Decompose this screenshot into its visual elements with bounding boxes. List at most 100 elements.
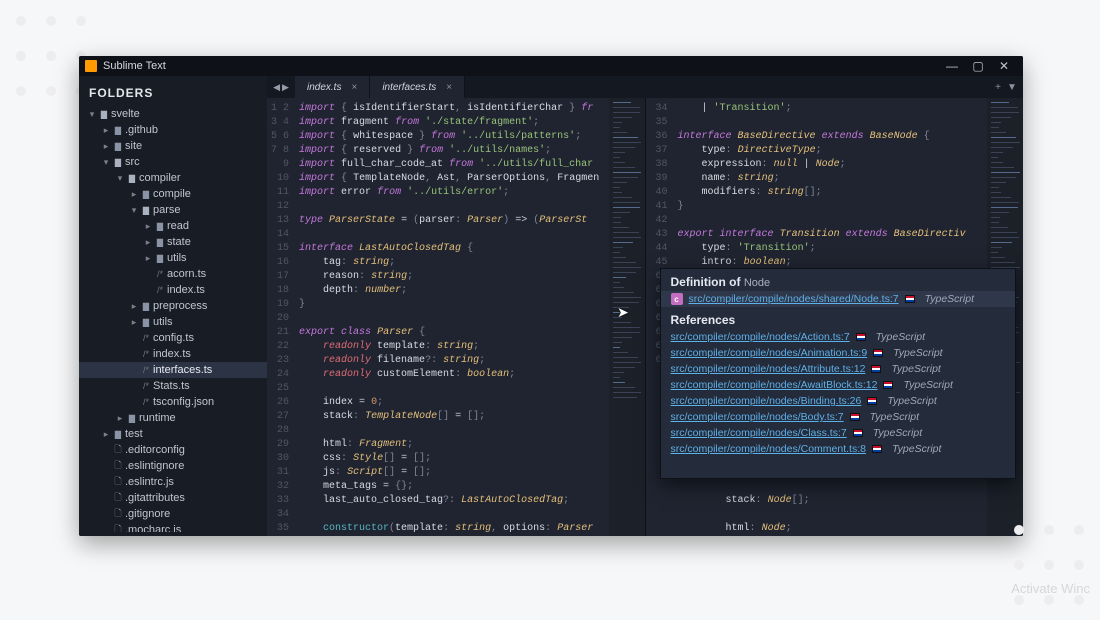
- window-close-button[interactable]: ✕: [991, 59, 1017, 73]
- folder-row[interactable]: ▾src: [79, 154, 267, 170]
- folder-row[interactable]: ▾parse: [79, 202, 267, 218]
- disclosure-icon[interactable]: ▾: [129, 205, 139, 216]
- folder-row[interactable]: ▸utils: [79, 250, 267, 266]
- reference-link[interactable]: src/compiler/compile/nodes/Animation.ts:…: [671, 347, 868, 359]
- disclosure-icon[interactable]: ▸: [129, 301, 139, 312]
- folder-row[interactable]: ▸utils: [79, 314, 267, 330]
- flag-icon: [905, 295, 915, 303]
- disclosure-icon[interactable]: ▸: [143, 253, 153, 264]
- file-row[interactable]: .gitignore: [79, 506, 267, 522]
- definition-link[interactable]: src/compiler/compile/nodes/shared/Node.t…: [689, 293, 899, 305]
- reference-link[interactable]: src/compiler/compile/nodes/AwaitBlock.ts…: [671, 379, 878, 391]
- titlebar[interactable]: Sublime Text — ▢ ✕: [79, 56, 1023, 76]
- folder-row[interactable]: ▸read: [79, 218, 267, 234]
- folder-row[interactable]: ▾ svelte: [79, 106, 267, 122]
- tree-item-label: acorn.ts: [167, 268, 263, 280]
- chevron-left-icon[interactable]: ◀: [273, 82, 280, 93]
- reference-link[interactable]: src/compiler/compile/nodes/Binding.ts:26: [671, 395, 862, 407]
- disclosure-icon[interactable]: ▸: [129, 189, 139, 200]
- file-row[interactable]: .gitattributes: [79, 490, 267, 506]
- tab-0[interactable]: index.ts ×: [295, 76, 370, 98]
- window-title: Sublime Text: [103, 60, 166, 72]
- file-row[interactable]: acorn.ts: [79, 266, 267, 282]
- definition-popup[interactable]: Definition of Node c src/compiler/compil…: [660, 268, 1016, 479]
- file-row[interactable]: tsconfig.json: [79, 394, 267, 410]
- window-maximize-button[interactable]: ▢: [965, 59, 991, 73]
- file-icon: [139, 333, 153, 344]
- folder-row[interactable]: ▸site: [79, 138, 267, 154]
- line-gutter: 1 2 3 4 5 6 7 8 9 10 11 12 13 14 15 16 1…: [267, 98, 295, 536]
- window-minimize-button[interactable]: —: [939, 59, 965, 73]
- tree-item-label: state: [167, 236, 263, 248]
- disclosure-icon[interactable]: ▸: [115, 413, 125, 424]
- reference-link[interactable]: src/compiler/compile/nodes/Class.ts:7: [671, 427, 847, 439]
- reference-entry[interactable]: src/compiler/compile/nodes/AwaitBlock.ts…: [661, 377, 1015, 393]
- reference-entry[interactable]: src/compiler/compile/nodes/Body.ts:7Type…: [661, 409, 1015, 425]
- folders-sidebar[interactable]: FOLDERS ▾ svelte ▸.github▸site▾src▾compile…: [79, 76, 267, 536]
- file-icon: [153, 269, 167, 280]
- disclosure-icon[interactable]: ▸: [101, 429, 111, 440]
- reference-entry[interactable]: src/compiler/compile/nodes/Action.ts:7Ty…: [661, 329, 1015, 345]
- file-row[interactable]: config.ts: [79, 330, 267, 346]
- flag-icon: [872, 445, 882, 453]
- code-view[interactable]: import { isIdentifierStart, isIdentifier…: [295, 98, 609, 536]
- folder-row[interactable]: ▸test: [79, 426, 267, 442]
- reference-entry[interactable]: src/compiler/compile/nodes/Attribute.ts:…: [661, 361, 1015, 377]
- folder-row[interactable]: ▾compiler: [79, 170, 267, 186]
- reference-link[interactable]: src/compiler/compile/nodes/Body.ts:7: [671, 411, 844, 423]
- disclosure-icon[interactable]: ▸: [143, 221, 153, 232]
- chevron-down-icon[interactable]: ▼: [1007, 82, 1017, 93]
- folder-row[interactable]: ▸.github: [79, 122, 267, 138]
- folder-icon: [153, 253, 167, 264]
- tree-item-label: .gitignore: [125, 508, 263, 520]
- tree-item-label: Stats.ts: [153, 380, 263, 392]
- disclosure-icon[interactable]: ▸: [129, 317, 139, 328]
- disclosure-icon[interactable]: ▾: [87, 109, 97, 120]
- file-row[interactable]: interfaces.ts: [79, 362, 267, 378]
- disclosure-icon[interactable]: ▸: [101, 141, 111, 152]
- reference-entry[interactable]: src/compiler/compile/nodes/Binding.ts:26…: [661, 393, 1015, 409]
- reference-link[interactable]: src/compiler/compile/nodes/Attribute.ts:…: [671, 363, 866, 375]
- tree-item-label: .gitattributes: [125, 492, 263, 504]
- reference-link[interactable]: src/compiler/compile/nodes/Comment.ts:8: [671, 443, 867, 455]
- file-icon: [111, 522, 125, 532]
- folder-row[interactable]: ▸runtime: [79, 410, 267, 426]
- disclosure-icon[interactable]: ▸: [143, 237, 153, 248]
- folder-icon: [139, 317, 153, 328]
- disclosure-icon[interactable]: ▾: [101, 157, 111, 168]
- close-icon[interactable]: ×: [351, 82, 357, 93]
- sidebar-heading: FOLDERS: [79, 76, 267, 106]
- reference-entry[interactable]: src/compiler/compile/nodes/Class.ts:7Typ…: [661, 425, 1015, 441]
- reference-link[interactable]: src/compiler/compile/nodes/Action.ts:7: [671, 331, 850, 343]
- chevron-right-icon[interactable]: ▶: [282, 82, 289, 93]
- tab-bar[interactable]: ◀▶ index.ts × interfaces.ts × + ▼: [267, 76, 1023, 98]
- disclosure-icon[interactable]: ▾: [115, 173, 125, 184]
- file-row[interactable]: index.ts: [79, 346, 267, 362]
- folder-row[interactable]: ▸ state: [79, 234, 267, 250]
- folder-icon: [97, 109, 111, 120]
- file-row[interactable]: .editorconfig: [79, 442, 267, 458]
- file-row[interactable]: .eslintrc.js: [79, 474, 267, 490]
- tree-item-label: svelte: [111, 108, 263, 120]
- editor-pane-left[interactable]: 1 2 3 4 5 6 7 8 9 10 11 12 13 14 15 16 1…: [267, 98, 645, 536]
- reference-entry[interactable]: src/compiler/compile/nodes/Comment.ts:8T…: [661, 441, 1015, 457]
- file-row[interactable]: Stats.ts: [79, 378, 267, 394]
- plus-icon[interactable]: +: [995, 82, 1001, 93]
- reference-entry[interactable]: src/compiler/compile/nodes/Animation.ts:…: [661, 345, 1015, 361]
- tab-nav[interactable]: ◀▶: [267, 76, 295, 98]
- tree-item-label: .editorconfig: [125, 444, 263, 456]
- folder-row[interactable]: ▸compile: [79, 186, 267, 202]
- tab-overflow[interactable]: + ▼: [989, 76, 1023, 98]
- tab-1[interactable]: interfaces.ts ×: [370, 76, 465, 98]
- file-row[interactable]: .eslintignore: [79, 458, 267, 474]
- editor-pane-right[interactable]: 34 35 36 37 38 39 40 41 42 43 44 45 62 6…: [646, 98, 1024, 536]
- close-icon[interactable]: ×: [446, 82, 452, 93]
- file-icon: [139, 365, 153, 376]
- folder-icon: [111, 141, 125, 152]
- definition-entry[interactable]: c src/compiler/compile/nodes/shared/Node…: [661, 291, 1015, 307]
- file-icon: [139, 381, 153, 392]
- folder-row[interactable]: ▸preprocess: [79, 298, 267, 314]
- file-row[interactable]: .mocharc.js: [79, 522, 267, 532]
- disclosure-icon[interactable]: ▸: [101, 125, 111, 136]
- file-row[interactable]: index.ts: [79, 282, 267, 298]
